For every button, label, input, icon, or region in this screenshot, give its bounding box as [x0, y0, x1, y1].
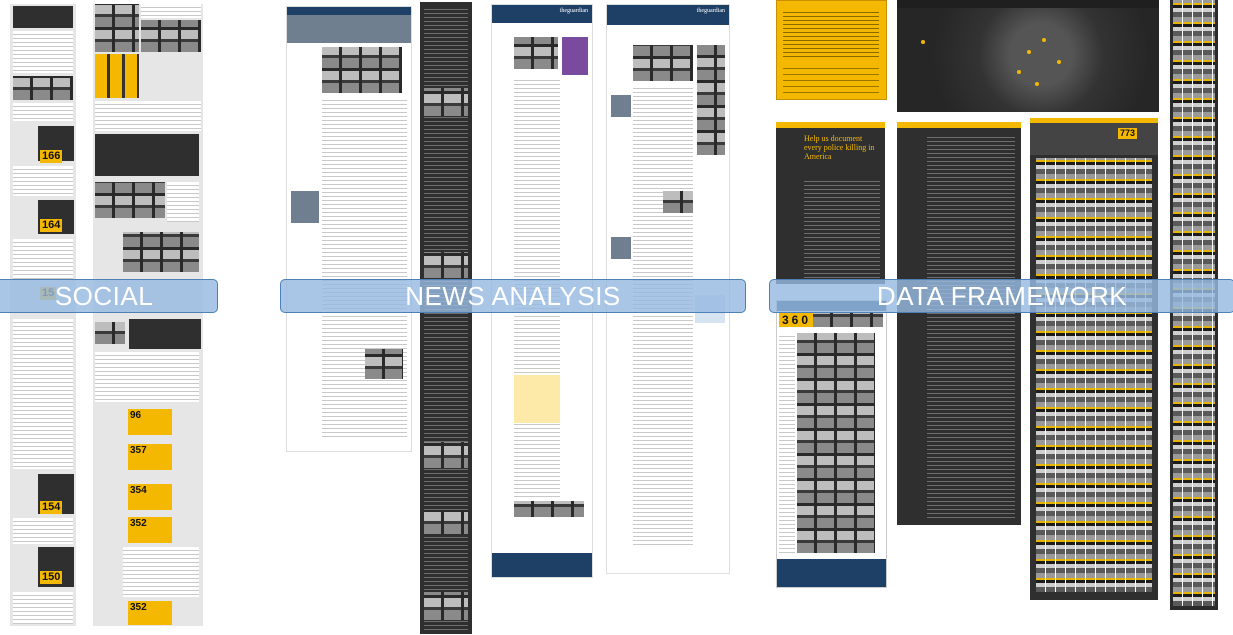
- social-post-text: [123, 547, 199, 597]
- data-people-footer: [777, 559, 886, 587]
- news-comment-strip: [420, 2, 472, 634]
- news-masthead: theguardian: [607, 5, 729, 25]
- social-counter: 154: [40, 501, 63, 514]
- social-profile-header: [95, 134, 199, 176]
- data-methodology-text: [927, 134, 1015, 518]
- data-landing-text: [804, 178, 880, 278]
- news-masthead-text: theguardian: [559, 8, 588, 14]
- data-methodology-bar: [897, 122, 1021, 128]
- news-footer: [492, 553, 592, 577]
- news-masthead: theguardian: [492, 5, 592, 23]
- news-header: [287, 15, 411, 43]
- news-article-1: [286, 6, 412, 452]
- data-landing-bar: [776, 122, 885, 128]
- news-ad: [663, 191, 693, 213]
- data-database-page: 773: [1030, 118, 1158, 600]
- news-related-photos: [514, 501, 584, 517]
- social-post-photos: [123, 232, 199, 272]
- social-post-text: [13, 518, 73, 544]
- news-lead-photo: [514, 37, 558, 69]
- social-post-text: [13, 319, 73, 469]
- data-big-counter: 773: [1118, 128, 1138, 139]
- social-post-text: [95, 101, 201, 131]
- data-framework-banner: DATA FRAMEWORK: [769, 279, 1233, 313]
- data-landing-page: Help us document every police killing in…: [776, 122, 885, 284]
- data-map-marker: [921, 40, 925, 44]
- tweet-count: 357: [128, 444, 172, 470]
- news-comment-photo: [424, 88, 468, 116]
- social-post-dark: [13, 6, 73, 28]
- data-intro-card: [776, 0, 887, 100]
- news-nav-bar: [287, 7, 411, 15]
- news-lead-photo: [322, 47, 402, 93]
- data-methodology-page: [897, 122, 1021, 525]
- social-post-text: [13, 166, 73, 196]
- tweet-count: 96: [128, 409, 172, 435]
- news-highlight-box: [514, 375, 560, 423]
- tweet-count: 352: [128, 601, 172, 625]
- social-post-text: [167, 182, 199, 222]
- data-intro-links: [783, 63, 879, 93]
- news-comment-photo: [424, 252, 468, 278]
- data-people-photos: [797, 333, 875, 553]
- social-post-photos: [95, 322, 125, 344]
- data-map: [897, 0, 1159, 112]
- social-post-photos: [141, 20, 201, 52]
- social-column-1: 166 164 15 154 150: [10, 4, 76, 626]
- data-people-text: [779, 333, 795, 553]
- news-side-photos: [697, 45, 725, 155]
- news-analysis-banner: NEWS ANALYSIS: [280, 279, 746, 313]
- news-lead-photo: [633, 45, 693, 81]
- social-post-text: [141, 4, 201, 18]
- data-people-page: 360: [776, 300, 887, 588]
- data-map-marker: [1042, 38, 1046, 42]
- data-map-marker: [1057, 60, 1061, 64]
- data-map-marker: [1027, 50, 1031, 54]
- tweet-count: 354: [128, 484, 172, 510]
- social-profile-header: [129, 319, 201, 349]
- social-post-photos: [95, 4, 139, 52]
- social-column-2: 71 96 357 354 352 352: [93, 4, 203, 626]
- news-comment-photo: [424, 510, 468, 534]
- social-counter: 166: [40, 150, 63, 163]
- data-map-tabs: [897, 0, 1159, 8]
- data-map-terrain: [897, 8, 1159, 112]
- news-sidebar-box: [611, 237, 631, 259]
- news-masthead-text: theguardian: [696, 8, 725, 14]
- social-post-text: [13, 31, 73, 73]
- news-comment-photo: [424, 592, 468, 620]
- news-body-text: [322, 97, 407, 437]
- social-post-text: [13, 103, 73, 121]
- social-post-photos: [95, 182, 165, 218]
- data-counter: 360: [779, 313, 815, 327]
- social-post-text: [95, 352, 199, 402]
- news-sidebar-box: [611, 95, 631, 117]
- news-body-text: [633, 85, 693, 545]
- social-post-text: [13, 239, 73, 279]
- social-counter-tiles: [95, 54, 139, 98]
- data-database-header: [1030, 123, 1158, 155]
- data-database-grid: [1036, 158, 1152, 592]
- news-purple-promo: [562, 37, 588, 75]
- news-inline-photo: [365, 349, 403, 379]
- data-map-marker: [1017, 70, 1021, 74]
- data-headline: Help us document every police killing in…: [804, 134, 875, 161]
- social-banner: SOCIAL: [0, 279, 218, 313]
- social-post-photos: [13, 76, 73, 100]
- news-sidebar-box: [291, 191, 319, 223]
- social-counter: 164: [40, 219, 63, 232]
- data-people-photos: [813, 313, 883, 327]
- social-post-text: [13, 592, 73, 624]
- data-intro-text: [783, 9, 879, 59]
- tweet-count: 352: [128, 517, 172, 543]
- data-map-marker: [1035, 82, 1039, 86]
- social-counter: 150: [40, 571, 63, 584]
- news-comment-photo: [424, 442, 468, 468]
